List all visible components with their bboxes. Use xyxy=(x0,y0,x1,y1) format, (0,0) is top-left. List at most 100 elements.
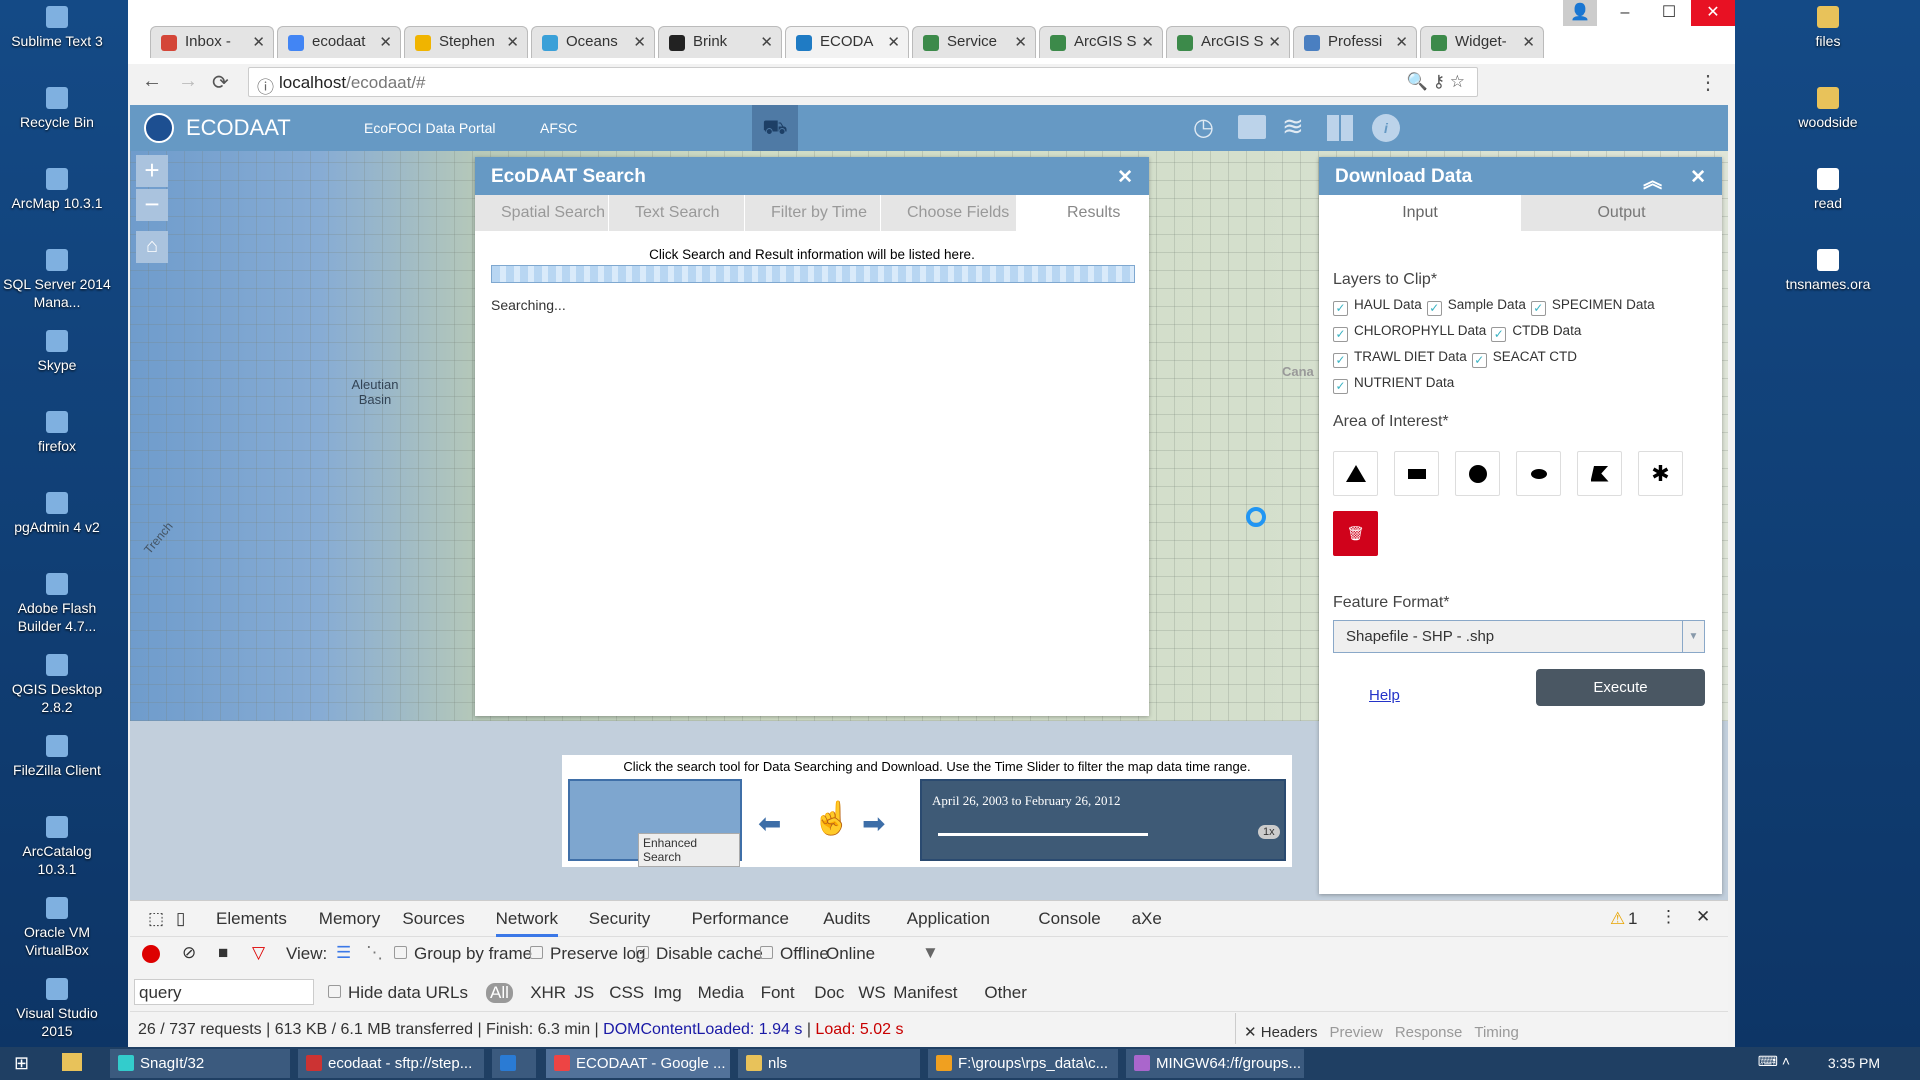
close-devtools-icon[interactable]: ✕ xyxy=(1696,907,1710,927)
desktop-icon[interactable]: files xyxy=(1773,6,1883,50)
tab-close-icon[interactable]: ✕ xyxy=(760,33,773,51)
browser-tab[interactable]: ArcGIS S ✕ xyxy=(1039,26,1163,58)
tab-close-icon[interactable]: ✕ xyxy=(887,33,900,51)
layer-checkbox[interactable]: ✓ xyxy=(1333,327,1348,342)
nav-afsc[interactable]: AFSC xyxy=(540,120,577,136)
browser-tab[interactable]: Oceans ✕ xyxy=(531,26,655,58)
type-filter-all[interactable]: All xyxy=(486,983,513,1003)
forward-icon[interactable]: → xyxy=(178,70,198,93)
desktop-icon[interactable]: woodside xyxy=(1773,87,1883,131)
devtools-tab-console[interactable]: Console xyxy=(1038,909,1100,929)
menu-icon[interactable]: ⋮ xyxy=(1698,70,1718,95)
draw-freehand-button[interactable]: ✱ xyxy=(1638,451,1683,496)
help-link[interactable]: Help xyxy=(1369,687,1400,704)
back-icon[interactable]: ← xyxy=(142,70,162,93)
tab-input[interactable]: Input xyxy=(1319,195,1521,231)
keyboard-icon[interactable]: ⌨ ˄ xyxy=(1758,1053,1790,1070)
tab-close-icon[interactable]: ✕ xyxy=(1522,33,1535,51)
browser-tab[interactable]: Inbox - ✕ xyxy=(150,26,274,58)
filter-icon[interactable]: ▽ xyxy=(252,943,265,963)
capture-screenshot-icon[interactable]: ■ xyxy=(218,943,228,963)
type-filter-ws[interactable]: WS xyxy=(858,983,885,1003)
browser-tab[interactable]: Service ✕ xyxy=(912,26,1036,58)
browser-tab[interactable]: Professi ✕ xyxy=(1293,26,1417,58)
detail-tab[interactable]: Response xyxy=(1395,1024,1463,1041)
time-slider-icon[interactable]: ◷ xyxy=(1193,113,1214,142)
desktop-icon[interactable]: QGIS Desktop 2.8.2 xyxy=(2,654,112,716)
type-filter-font[interactable]: Font xyxy=(761,983,795,1003)
detail-tab[interactable]: Headers xyxy=(1261,1024,1318,1041)
zoom-in-button[interactable]: + xyxy=(136,155,168,187)
draw-polygon-button[interactable] xyxy=(1577,451,1622,496)
nav-ecofoci[interactable]: EcoFOCI Data Portal xyxy=(364,120,496,136)
home-button[interactable]: ⌂ xyxy=(136,231,168,263)
desktop-icon[interactable]: Visual Studio 2015 xyxy=(2,978,112,1040)
file-explorer-icon[interactable] xyxy=(62,1053,82,1071)
desktop-icon[interactable]: ArcCatalog 10.3.1 xyxy=(2,816,112,878)
hide-data-urls-checkbox[interactable] xyxy=(328,985,341,998)
tab-close-icon[interactable]: ✕ xyxy=(1268,33,1281,51)
devtools-tab-application[interactable]: Application xyxy=(907,909,990,929)
tab-close-icon[interactable]: ✕ xyxy=(1395,33,1408,51)
desktop-icon[interactable]: Skype xyxy=(2,330,112,374)
taskbar-item[interactable]: MINGW64:/f/groups... xyxy=(1126,1049,1304,1078)
close-detail-icon[interactable]: ✕ xyxy=(1244,1024,1261,1041)
maximize-button[interactable]: ☐ xyxy=(1647,0,1691,26)
close-icon[interactable]: ✕ xyxy=(1117,166,1133,189)
label-online[interactable]: Online xyxy=(826,944,875,964)
taskbar-item[interactable]: nls xyxy=(738,1049,920,1078)
layer-checkbox[interactable]: ✓ xyxy=(1333,379,1348,394)
devtools-tab-network[interactable]: Network xyxy=(495,909,558,937)
browser-tab[interactable]: Stephen ✕ xyxy=(404,26,528,58)
type-filter-other[interactable]: Other xyxy=(984,983,1027,1003)
taskbar-item[interactable] xyxy=(492,1049,536,1078)
tab-close-icon[interactable]: ✕ xyxy=(506,33,519,51)
tab-text-search[interactable]: Text Search xyxy=(609,195,745,231)
url-input[interactable]: ⓘ localhost/ecodaat/# 🔍 ⚷ ☆ xyxy=(248,67,1478,97)
devtools-tab-security[interactable]: Security xyxy=(589,909,650,929)
desktop-icon[interactable]: pgAdmin 4 v2 xyxy=(2,492,112,536)
clock[interactable]: 3:35 PM xyxy=(1828,1055,1880,1071)
info-icon[interactable]: ⓘ xyxy=(257,73,274,98)
devtools-tab-elements[interactable]: Elements xyxy=(216,909,287,929)
collapse-icon[interactable]: ︽ xyxy=(1643,166,1662,193)
warning-count[interactable]: 1 xyxy=(1628,909,1637,929)
record-button[interactable] xyxy=(142,945,160,963)
desktop-icon[interactable]: Sublime Text 3 xyxy=(2,6,112,50)
tab-spatial-search[interactable]: Spatial Search xyxy=(475,195,609,231)
type-filter-manifest[interactable]: Manifest xyxy=(893,983,957,1003)
layer-checkbox[interactable]: ✓ xyxy=(1426,301,1442,316)
draw-ellipse-button[interactable] xyxy=(1516,451,1561,496)
layer-checkbox[interactable]: ✓ xyxy=(1471,353,1487,368)
layer-checkbox[interactable]: ✓ xyxy=(1333,301,1348,316)
zoom-star-icons[interactable]: 🔍 ⚷ ☆ xyxy=(1407,72,1465,92)
draw-circle-button[interactable] xyxy=(1455,451,1500,496)
draw-triangle-button[interactable] xyxy=(1333,451,1378,496)
taskbar-item[interactable]: ecodaat - sftp://step... xyxy=(298,1049,484,1078)
type-filter-doc[interactable]: Doc xyxy=(814,983,844,1003)
desktop-icon[interactable]: SQL Server 2014 Mana... xyxy=(2,249,112,311)
tab-close-icon[interactable]: ✕ xyxy=(633,33,646,51)
execute-button[interactable]: Execute xyxy=(1536,669,1705,706)
desktop-icon[interactable]: ArcMap 10.3.1 xyxy=(2,168,112,212)
draw-rectangle-button[interactable] xyxy=(1394,451,1439,496)
devtools-tab-performance[interactable]: Performance xyxy=(692,909,789,929)
reload-icon[interactable]: ⟳ xyxy=(212,70,229,95)
browser-tab[interactable]: Widget- ✕ xyxy=(1420,26,1544,58)
desktop-icon[interactable]: FileZilla Client xyxy=(2,735,112,779)
taskbar-item[interactable]: SnagIt/32 xyxy=(110,1049,290,1078)
desktop-icon[interactable]: Recycle Bin xyxy=(2,87,112,131)
close-window-button[interactable]: ✕ xyxy=(1691,0,1735,26)
close-icon[interactable]: ✕ xyxy=(1690,166,1706,189)
format-select[interactable]: Shapefile - SHP - .shp ▼ xyxy=(1333,620,1705,653)
detail-tab[interactable]: Preview xyxy=(1329,1024,1382,1041)
checkbox-preserve[interactable] xyxy=(530,946,543,959)
zoom-out-button[interactable]: − xyxy=(136,189,168,221)
type-filter-xhr[interactable]: XHR xyxy=(530,983,566,1003)
browser-tab[interactable]: ECODA ✕ xyxy=(785,26,909,58)
devtools-tab-memory[interactable]: Memory xyxy=(319,909,380,929)
device-toolbar-icon[interactable]: ▯ xyxy=(176,909,185,929)
desktop-icon[interactable]: Oracle VM VirtualBox xyxy=(2,897,112,959)
type-filter-js[interactable]: JS xyxy=(574,983,594,1003)
profile-icon[interactable]: 👤 xyxy=(1563,0,1597,26)
